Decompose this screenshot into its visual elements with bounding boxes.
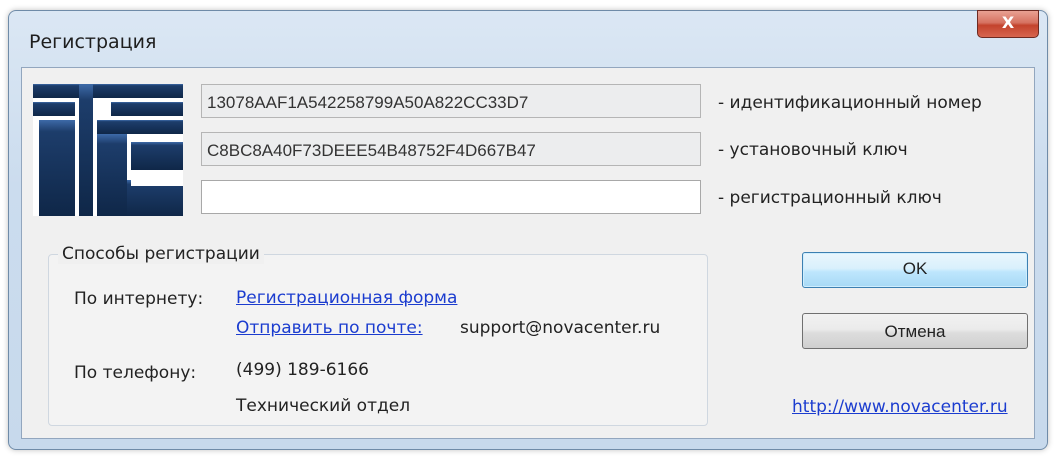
ic-logo xyxy=(33,84,183,216)
install-key-label: - установочный ключ xyxy=(718,140,908,160)
registration-form-link[interactable]: Регистрационная форма xyxy=(236,288,457,308)
reg-key-label: - регистрационный ключ xyxy=(718,188,942,208)
department-text: Технический отдел xyxy=(236,396,411,416)
group-title: Способы регистрации xyxy=(58,244,264,264)
send-by-mail-link[interactable]: Отправить по почте: xyxy=(236,318,423,338)
cancel-button[interactable]: Отмена xyxy=(802,313,1028,349)
internet-label: По интернету: xyxy=(74,289,204,309)
install-key-field[interactable]: C8BC8A40F73DEEE54B48752F4D667B47 xyxy=(201,132,701,166)
id-number-field[interactable]: 13078AAF1A542258799A50A822CC33D7 xyxy=(201,84,701,118)
reg-key-input[interactable] xyxy=(201,180,701,214)
window-title: Регистрация xyxy=(29,31,157,53)
id-number-label: - идентификационный номер xyxy=(718,93,982,113)
phone-label: По телефону: xyxy=(74,363,197,383)
close-button[interactable]: X xyxy=(977,10,1039,38)
phone-number: (499) 189-6166 xyxy=(236,360,369,380)
support-email: support@novacenter.ru xyxy=(460,318,661,338)
ok-button[interactable]: OK xyxy=(802,252,1028,288)
website-link[interactable]: http://www.novacenter.ru xyxy=(792,397,1008,417)
